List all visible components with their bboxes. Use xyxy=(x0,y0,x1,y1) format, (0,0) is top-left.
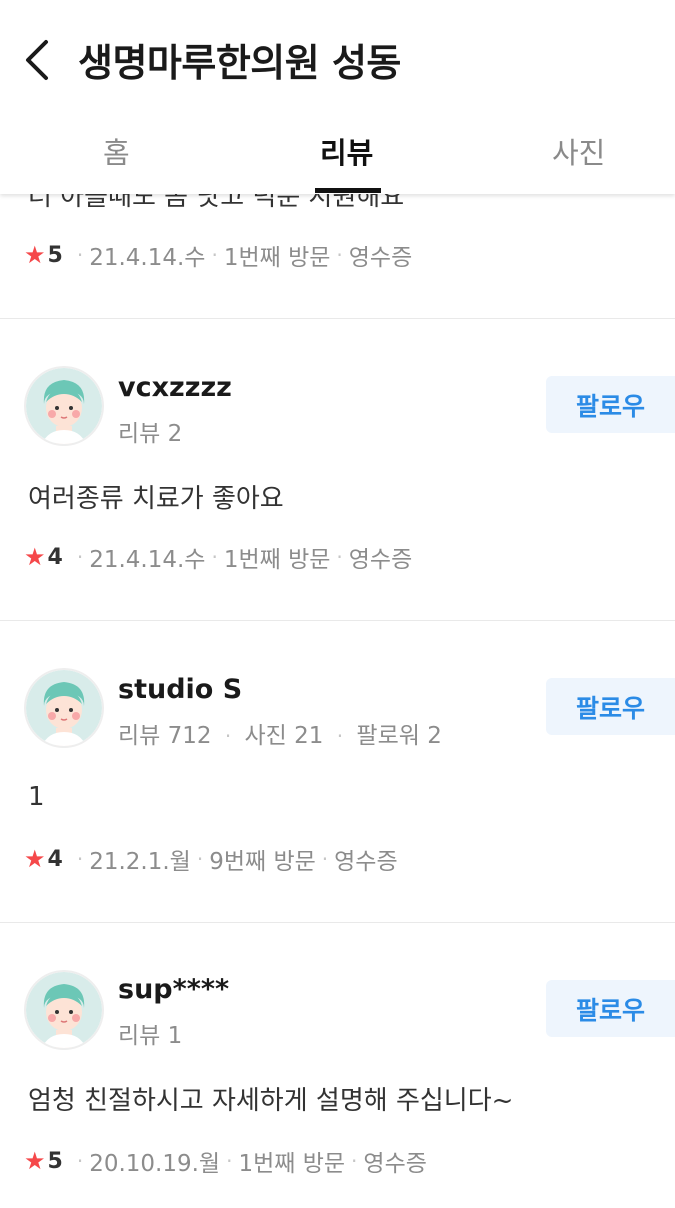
review-count: 리뷰 2 xyxy=(118,421,183,447)
review-item: studio S 리뷰 712 · 사진 21 · 팔로워 2 팔로우 1 ★ … xyxy=(0,622,675,922)
divider xyxy=(0,318,675,319)
avatar-icon xyxy=(26,972,102,1048)
receipt-label: 영수증 xyxy=(363,1151,427,1177)
tab-reviews[interactable]: 리뷰 xyxy=(320,130,373,172)
visit-count: 9번째 방문 xyxy=(209,849,316,875)
visit-date: 21.4.14.수 xyxy=(89,245,206,271)
review-count: 리뷰 1 xyxy=(118,1023,183,1049)
rating-score: 4 xyxy=(47,544,63,570)
review-meta: ★ 4 · 21.4.14.수 · 1번째 방문 · 영수증 xyxy=(24,540,412,574)
reviewer-stats: 리뷰 2 xyxy=(118,414,182,448)
avatar[interactable] xyxy=(26,972,102,1048)
visit-date: 20.10.19.월 xyxy=(89,1151,221,1177)
review-item: vcxzzzz 리뷰 2 팔로우 여러종류 치료가 좋아요 ★ 4 · 21.4… xyxy=(0,320,675,620)
reviewer-stats: 리뷰 1 xyxy=(118,1016,182,1050)
follow-button[interactable]: 팔로우 xyxy=(546,376,675,433)
review-text[interactable]: 여러종류 치료가 좋아요 xyxy=(28,478,284,515)
star-icon: ★ xyxy=(24,241,46,269)
avatar[interactable] xyxy=(26,670,102,746)
chevron-left-icon xyxy=(26,40,48,80)
star-icon: ★ xyxy=(24,1147,46,1175)
visit-date: 21.2.1.월 xyxy=(89,849,191,875)
follower-count: 팔로워 2 xyxy=(356,723,442,749)
divider xyxy=(0,620,675,621)
review-text[interactable]: 엄청 친절하시고 자세하게 설명해 주십니다~ xyxy=(28,1080,513,1117)
rating-score: 5 xyxy=(47,1148,63,1174)
photo-count: 사진 21 xyxy=(244,723,324,749)
receipt-label: 영수증 xyxy=(348,547,413,573)
visit-count: 1번째 방문 xyxy=(223,547,331,573)
review-text[interactable]: 1 xyxy=(28,782,45,812)
reviewer-stats: 리뷰 712 · 사진 21 · 팔로워 2 xyxy=(118,723,442,749)
tab-active-indicator xyxy=(315,188,381,193)
follow-button[interactable]: 팔로우 xyxy=(546,678,675,735)
review-meta: ★ 5 · 20.10.19.월 · 1번째 방문 · 영수증 xyxy=(24,1144,427,1178)
tab-home[interactable]: 홈 xyxy=(103,130,130,172)
app-header: 생명마루한의원 성동 홈 리뷰 사진 xyxy=(0,0,675,194)
receipt-label: 영수증 xyxy=(348,245,413,271)
visit-date: 21.4.14.수 xyxy=(89,547,206,573)
review-count: 리뷰 712 xyxy=(118,723,212,749)
reviewer-name[interactable]: studio S xyxy=(118,674,242,705)
visit-count: 1번째 방문 xyxy=(238,1151,346,1177)
rating-score: 5 xyxy=(47,242,63,268)
review-meta: ★ 5 · 21.4.14.수 · 1번째 방문 · 영수증 xyxy=(24,238,412,272)
tab-photos[interactable]: 사진 xyxy=(552,130,605,172)
reviewer-name[interactable]: sup**** xyxy=(118,974,229,1005)
star-icon: ★ xyxy=(24,845,46,873)
avatar-icon xyxy=(26,368,102,444)
review-meta: ★ 4 · 21.2.1.월 · 9번째 방문 · 영수증 xyxy=(24,842,398,876)
back-button[interactable] xyxy=(18,36,58,84)
divider xyxy=(0,922,675,923)
reviewer-name[interactable]: vcxzzzz xyxy=(118,372,232,403)
visit-count: 1번째 방문 xyxy=(223,245,331,271)
page-title: 생명마루한의원 성동 xyxy=(78,41,401,85)
avatar-icon xyxy=(26,670,102,746)
tab-bar: 홈 리뷰 사진 xyxy=(0,118,675,194)
avatar[interactable] xyxy=(26,368,102,444)
follow-button[interactable]: 팔로우 xyxy=(546,980,675,1037)
receipt-label: 영수증 xyxy=(334,849,398,875)
rating-score: 4 xyxy=(47,846,63,872)
star-icon: ★ xyxy=(24,543,46,571)
review-item: sup**** 리뷰 1 팔로우 엄청 친절하시고 자세하게 설명해 주십니다~… xyxy=(0,924,675,1208)
